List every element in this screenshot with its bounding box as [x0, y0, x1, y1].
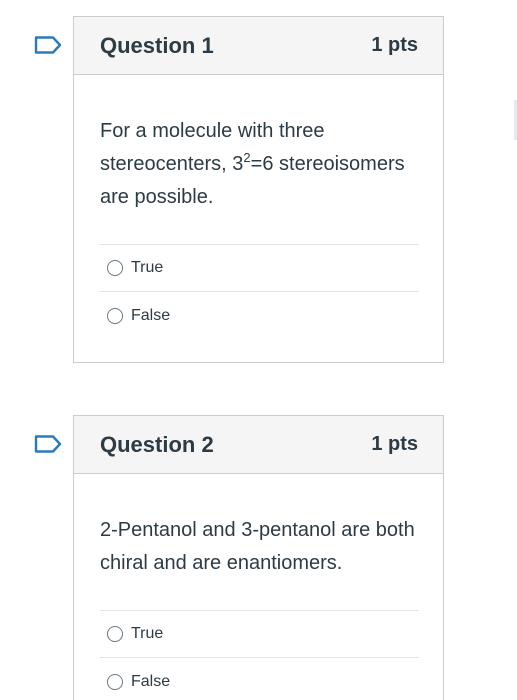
question-text: For a molecule with three stereocenters,…	[100, 115, 419, 214]
answer-option-true[interactable]: True	[100, 245, 419, 292]
quiz-page: Question 1 1 pts For a molecule with thr…	[0, 0, 517, 700]
radio-button[interactable]	[107, 307, 123, 324]
question-body: 2-Pentanol and 3-pentanol are both chira…	[74, 474, 443, 700]
answer-label: True	[131, 259, 164, 276]
radio-button[interactable]	[107, 673, 123, 690]
answer-label: False	[131, 306, 171, 324]
question-2-card: Question 2 1 pts 2-Pentanol and 3-pentan…	[73, 415, 444, 700]
answer-list: True False	[100, 244, 419, 339]
answer-option-false[interactable]: False	[100, 292, 419, 339]
question-body: For a molecule with three stereocenters,…	[74, 75, 443, 339]
flag-question-icon[interactable]	[34, 435, 62, 453]
question-title: Question 2	[100, 431, 214, 457]
answer-option-true[interactable]: True	[100, 611, 419, 658]
radio-button[interactable]	[107, 626, 123, 642]
answer-list: True False	[100, 610, 419, 700]
question-header: Question 2 1 pts	[74, 416, 443, 474]
question-header: Question 1 1 pts	[74, 17, 443, 75]
answer-label: True	[131, 625, 164, 642]
answer-label: False	[131, 672, 171, 690]
question-text: 2-Pentanol and 3-pentanol are both chira…	[100, 519, 415, 574]
question-points: 1 pts	[371, 34, 418, 56]
flag-question-icon[interactable]	[34, 36, 62, 54]
question-text-superscript: 2	[243, 150, 251, 165]
question-1-card: Question 1 1 pts For a molecule with thr…	[73, 16, 444, 363]
question-points: 1 pts	[371, 433, 418, 455]
radio-button[interactable]	[107, 260, 123, 276]
question-title: Question 1	[100, 32, 214, 58]
answer-option-false[interactable]: False	[100, 658, 419, 700]
